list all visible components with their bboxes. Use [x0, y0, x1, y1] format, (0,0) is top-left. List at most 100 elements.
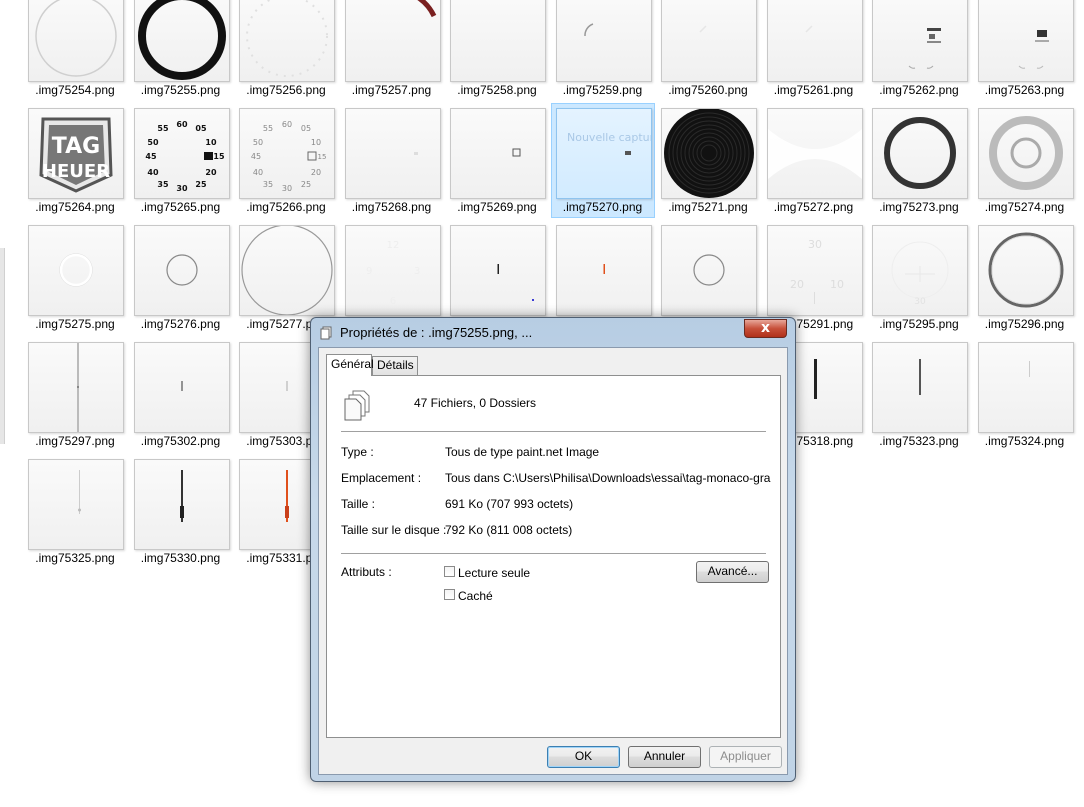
- thumbnail-image: 60 05 10 20 25 30 35 40 45 50 55 15: [239, 108, 335, 199]
- tab-details[interactable]: Détails: [372, 356, 418, 375]
- file-name: .img75271.png: [668, 200, 748, 214]
- file-tile[interactable]: .img75273.png: [867, 103, 971, 218]
- file-tile[interactable]: .img75323.png: [867, 337, 971, 452]
- thumbnail-metal-ring-icon: [988, 232, 1063, 308]
- file-tile[interactable]: TAG HEUER .img75264.png: [23, 103, 127, 218]
- file-name: .img75325.png: [35, 551, 115, 565]
- file-name: .img75260.png: [668, 83, 748, 97]
- general-panel: 47 Fichiers, 0 Dossiers Type : Tous de t…: [326, 375, 781, 738]
- thumbnail-image: [28, 342, 124, 433]
- svg-text:9: 9: [366, 266, 372, 277]
- file-tile[interactable]: .img75256.png: [234, 0, 338, 101]
- size-value: 691 Ko (707 993 octets): [445, 497, 574, 511]
- readonly-label: Lecture seule: [458, 566, 531, 580]
- file-tile[interactable]: .img75330.png: [129, 454, 233, 569]
- thumbnail-tiny-hand-icon: [181, 381, 182, 391]
- attributes-label: Attributs :: [341, 565, 392, 579]
- file-name: .img75265.png: [140, 200, 221, 214]
- ok-button[interactable]: OK: [547, 746, 620, 768]
- thumbnail-small-circle-icon: [693, 254, 725, 286]
- file-name: .img75330.png: [140, 551, 221, 565]
- file-name: .img75270.png: [562, 200, 643, 214]
- file-tile[interactable]: .img75324.png: [973, 337, 1077, 452]
- file-name: .img75256.png: [246, 83, 326, 97]
- hidden-checkbox[interactable]: [444, 589, 455, 600]
- left-scroll-strip: [0, 0, 8, 807]
- file-tile[interactable]: .img75260.png: [656, 0, 760, 101]
- file-tile[interactable]: 60 05 10 20 25 30 35 40 45 50 55 15 .img75265.png: [129, 103, 233, 218]
- thumbnail-white-circle-icon: [59, 253, 93, 287]
- thumbnail-faint-mark-icon: [804, 25, 813, 33]
- thumbnail-image: [239, 0, 335, 82]
- thumbnail-image: [977, 108, 1074, 199]
- thumbnail-tiny-dot-icon: [413, 152, 418, 155]
- advanced-button[interactable]: Avancé...: [696, 561, 769, 583]
- file-name: .img75254.png: [35, 83, 115, 97]
- tab-general[interactable]: Général: [326, 354, 374, 376]
- file-tile[interactable]: .img75255.png: [129, 0, 233, 101]
- thumbnail-faint-needle-icon: [78, 470, 81, 514]
- file-tile[interactable]: .img75297.png: [23, 337, 127, 452]
- file-tile[interactable]: .img75274.png: [973, 103, 1077, 218]
- file-tile[interactable]: .img75272.png: [762, 103, 866, 218]
- file-tile[interactable]: .img75263.png: [973, 0, 1077, 101]
- svg-text:10: 10: [311, 138, 321, 147]
- hidden-label: Caché: [458, 589, 493, 603]
- multiple-files-icon: [344, 390, 370, 421]
- close-button[interactable]: x: [744, 319, 787, 338]
- thumbnail-image: [661, 0, 757, 82]
- file-tile[interactable]: .img75325.png: [23, 454, 127, 569]
- thumbnail-tag-heuer-logo-icon: TAGHEUER: [39, 117, 113, 193]
- thumbnail-image: [28, 0, 124, 82]
- dialog-client: Général Détails 47 Fichiers, 0 Dossiers …: [318, 347, 788, 775]
- file-tile[interactable]: 60 05 10 20 25 30 35 40 45 50 55 15 .img75266.png: [234, 103, 338, 218]
- file-tile[interactable]: .img75275.png: [23, 220, 127, 335]
- separator: [341, 431, 766, 433]
- type-label: Type :: [341, 445, 374, 459]
- file-tile[interactable]: .img75271.png: [656, 103, 760, 218]
- thumbnail-light-numerals-icon: 60 0510 2025 30 3540 45 5055 15: [251, 120, 327, 193]
- thumbnail-image: [450, 108, 546, 199]
- file-tile[interactable]: .img75258.png: [445, 0, 549, 101]
- thumbnail-black-hand-icon: [497, 264, 534, 301]
- properties-dialog: Propriétés de : .img75255.png, ... x Gén…: [310, 317, 796, 782]
- file-tile[interactable]: .img75261.png: [762, 0, 866, 101]
- file-tile[interactable]: 30 .img75295.png: [867, 220, 971, 335]
- thumbnail-image: [133, 225, 230, 316]
- svg-text:10: 10: [205, 138, 217, 147]
- thumbnail-subdial-faint-icon: 30: [891, 241, 949, 307]
- left-pane-edge[interactable]: [0, 248, 5, 444]
- svg-text:15: 15: [213, 152, 225, 161]
- svg-text:45: 45: [251, 152, 261, 161]
- thumbnail-faint-mark-icon: [699, 25, 707, 33]
- dialog-title: Propriétés de : .img75255.png, ...: [340, 325, 533, 340]
- thumbnail-image: [133, 459, 230, 550]
- readonly-checkbox[interactable]: [444, 566, 455, 577]
- svg-text:HEUER: HEUER: [42, 161, 110, 182]
- file-tile[interactable]: .img75257.png: [340, 0, 444, 101]
- file-tile[interactable]: .img75302.png: [129, 337, 233, 452]
- svg-text:55: 55: [263, 124, 273, 133]
- file-tile[interactable]: .img75268.png: [340, 103, 444, 218]
- svg-text:20: 20: [790, 278, 804, 291]
- thumbnail-black-needle-icon: [179, 470, 184, 522]
- thumbnail-image: Nouvelle capture: [555, 108, 652, 199]
- svg-text:25: 25: [195, 180, 207, 189]
- cancel-button[interactable]: Annuler: [628, 746, 701, 768]
- file-tile[interactable]: Nouvelle capture .img75270.png: [550, 103, 655, 218]
- svg-text:50: 50: [147, 138, 159, 147]
- file-tile[interactable]: .img75269.png: [445, 103, 549, 218]
- size-label: Taille :: [341, 497, 376, 511]
- svg-text:20: 20: [311, 168, 321, 177]
- svg-text:10: 10: [830, 278, 844, 291]
- file-tile[interactable]: .img75296.png: [973, 220, 1077, 335]
- thumbnail-long-line-icon: [77, 343, 79, 432]
- svg-text:30: 30: [808, 238, 822, 251]
- file-tile[interactable]: .img75262.png: [867, 0, 971, 101]
- file-tile[interactable]: .img75276.png: [129, 220, 233, 335]
- thumbnail-image: [344, 0, 441, 82]
- file-name: .img75302.png: [140, 434, 221, 448]
- file-tile[interactable]: .img75254.png: [23, 0, 127, 101]
- apply-button[interactable]: Appliquer: [709, 746, 782, 768]
- file-tile[interactable]: .img75259.png: [551, 0, 655, 101]
